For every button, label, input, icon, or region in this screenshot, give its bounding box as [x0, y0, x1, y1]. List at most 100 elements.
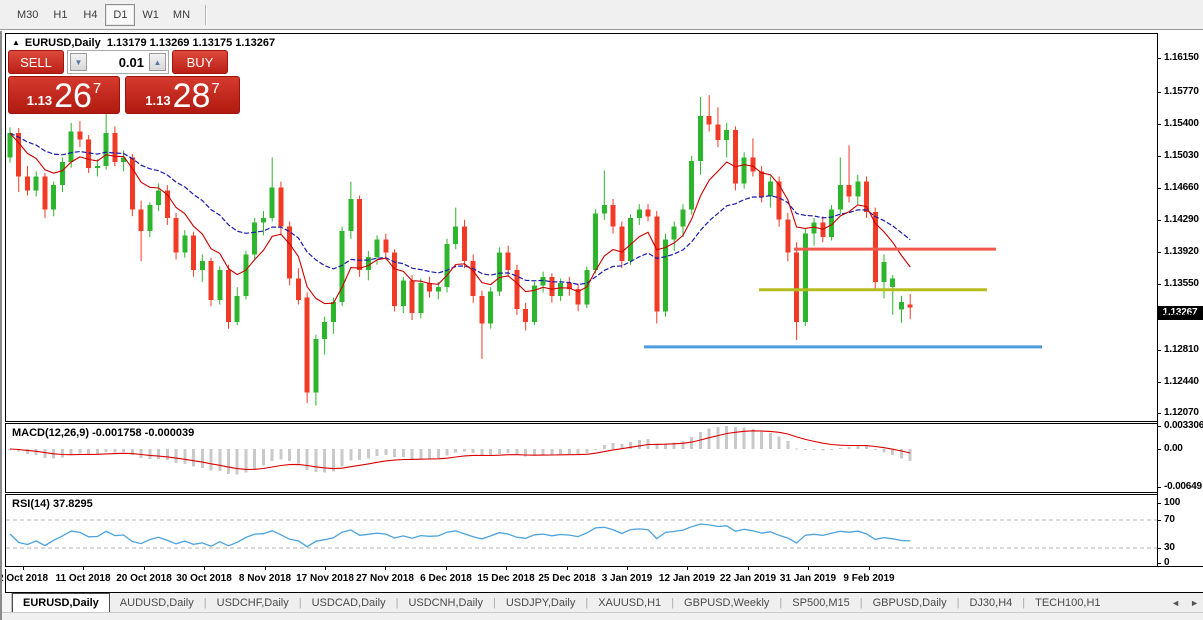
buy-price-display[interactable]: 1.13 28 7 [125, 76, 240, 114]
axis-tick-label: 1.14290 [1164, 214, 1199, 225]
axis-tick [1157, 382, 1161, 383]
panel-divider[interactable] [5, 421, 1203, 424]
buy-button[interactable]: BUY [172, 50, 228, 74]
axis-tick [1157, 220, 1161, 221]
date-axis[interactable]: 2 Oct 201811 Oct 201820 Oct 201830 Oct 2… [6, 567, 1203, 592]
axis-tick-label: 1.13920 [1164, 246, 1199, 257]
volume-increase-button[interactable]: ▲ [149, 53, 166, 71]
axis-tick [1157, 503, 1161, 504]
chart-window: ▲EURUSD,Daily 1.13179 1.13269 1.13175 1.… [0, 30, 1203, 593]
chart-tab-usdchf[interactable]: USDCHF,Daily [207, 593, 299, 612]
axis-tick-label: 1.16150 [1164, 52, 1199, 63]
date-tick [325, 567, 326, 570]
axis-tick-label: 1.14660 [1164, 182, 1199, 193]
axis-tick-label: 1.15030 [1164, 150, 1199, 161]
date-tick [144, 567, 145, 570]
chart-tab-bar: EURUSD,DailyAUDUSD,Daily|USDCHF,Daily|US… [0, 593, 1203, 612]
chart-tab-usdjpy[interactable]: USDJPY,Daily [496, 593, 586, 612]
axis-tick [1157, 284, 1161, 285]
date-tick-label: 20 Oct 2018 [116, 573, 172, 584]
timeframe-button-h1[interactable]: H1 [45, 4, 75, 26]
volume-decrease-button[interactable]: ▼ [70, 53, 87, 71]
sell-price-display[interactable]: 1.13 26 7 [8, 76, 120, 114]
axis-tick-label: 0.00 [1164, 443, 1183, 454]
axis-tick-label: 30 [1164, 542, 1175, 553]
chart-tab-gbpusd[interactable]: GBPUSD,Weekly [674, 593, 779, 612]
timeframe-button-m30[interactable]: M30 [10, 4, 45, 26]
date-tick [687, 567, 688, 570]
date-tick-label: 17 Nov 2018 [296, 573, 354, 584]
date-tick [627, 567, 628, 570]
sell-button[interactable]: SELL [8, 50, 64, 74]
axis-tick [1157, 487, 1161, 488]
date-tick-label: 27 Nov 2018 [356, 573, 414, 584]
axis-tick [1157, 252, 1161, 253]
volume-stepper: ▼ ▲ [67, 50, 169, 74]
date-tick [808, 567, 809, 570]
chart-tab-eurusd[interactable]: EURUSD,Daily [12, 593, 110, 612]
axis-tick-label: 1.12810 [1164, 344, 1199, 355]
axis-tick [1157, 124, 1161, 125]
timeframe-button-h4[interactable]: H4 [75, 4, 105, 26]
date-tick-label: 11 Oct 2018 [55, 573, 110, 584]
chart-title: ▲EURUSD,Daily 1.13179 1.13269 1.13175 1.… [12, 37, 275, 49]
date-tick [506, 567, 507, 570]
mt4-app: M30H1H4D1W1MN ▲EURUSD,Daily 1.13179 1.13… [0, 0, 1203, 620]
axis-tick [1157, 156, 1161, 157]
axis-tick-label: 1.13180 [1164, 312, 1199, 323]
buy-price-prefix: 1.13 [145, 93, 170, 108]
chart-tab-usdcnh[interactable]: USDCNH,Daily [398, 593, 493, 612]
axis-tick [1157, 449, 1161, 450]
chart-tab-xauusd[interactable]: XAUUSD,H1 [588, 593, 671, 612]
axis-tick [1157, 520, 1161, 521]
toolbar-separator [205, 5, 206, 25]
timeframe-button-mn[interactable]: MN [166, 4, 197, 26]
collapse-icon[interactable]: ▲ [12, 38, 20, 47]
status-bar [0, 612, 1203, 620]
timeframe-button-d1[interactable]: D1 [105, 4, 135, 26]
buy-price-pips: 28 [173, 81, 211, 111]
date-tick [869, 567, 870, 570]
date-tick [83, 567, 84, 570]
date-tick-label: 15 Dec 2018 [477, 573, 534, 584]
chart-title-symbol: EURUSD,Daily [25, 37, 101, 49]
date-tick-label: 2 Oct 2018 [0, 573, 48, 584]
volume-input[interactable] [87, 53, 149, 71]
chart-tab-tech100[interactable]: TECH100,H1 [1025, 593, 1110, 612]
tab-strip-edge [0, 593, 12, 612]
chart-tab-gbpusd[interactable]: GBPUSD,Daily [863, 593, 957, 612]
date-tick-label: 31 Jan 2019 [780, 573, 836, 584]
axis-tick [1157, 188, 1161, 189]
date-tick-label: 30 Oct 2018 [176, 573, 232, 584]
date-tick [23, 567, 24, 570]
timeframe-button-w1[interactable]: W1 [135, 4, 166, 26]
one-click-trading-panel: SELL ▼ ▲ BUY 1.13 26 7 1.13 28 7 [8, 50, 240, 114]
axis-tick [1157, 563, 1161, 564]
price-axis[interactable]: 1.13267 1.161501.157701.154001.150301.14… [1158, 33, 1203, 566]
date-tick-label: 8 Nov 2018 [239, 573, 291, 584]
chart-tab-dj30[interactable]: DJ30,H4 [959, 593, 1022, 612]
axis-tick [1157, 350, 1161, 351]
panel-divider[interactable] [5, 492, 1203, 495]
chart-frame-left [5, 33, 6, 592]
axis-tick-label: 1.12440 [1164, 376, 1199, 387]
chart-frame-top [5, 33, 1157, 34]
rsi-indicator-panel[interactable] [6, 495, 1157, 566]
timeframe-toolbar: M30H1H4D1W1MN [0, 0, 1203, 30]
chart-tab-sp500[interactable]: SP500,M15 [782, 593, 859, 612]
date-tick [567, 567, 568, 570]
chart-tab-usdcad[interactable]: USDCAD,Daily [302, 593, 396, 612]
rsi-caption: RSI(14) 37.8295 [12, 498, 93, 510]
axis-tick [1157, 318, 1161, 319]
axis-tick-label: 100 [1164, 497, 1180, 508]
tab-scroll-left-icon[interactable]: ◄ [1171, 598, 1180, 608]
axis-tick-label: -0.00649 [1164, 481, 1202, 492]
date-tick-label: 9 Feb 2019 [843, 573, 894, 584]
sell-price-prefix: 1.13 [27, 93, 52, 108]
buy-price-point: 7 [211, 80, 219, 97]
chart-tab-audusd[interactable]: AUDUSD,Daily [110, 593, 204, 612]
date-tick [446, 567, 447, 570]
axis-tick [1157, 92, 1161, 93]
axis-tick [1157, 413, 1161, 414]
tab-scroll-right-icon[interactable]: ► [1190, 598, 1199, 608]
